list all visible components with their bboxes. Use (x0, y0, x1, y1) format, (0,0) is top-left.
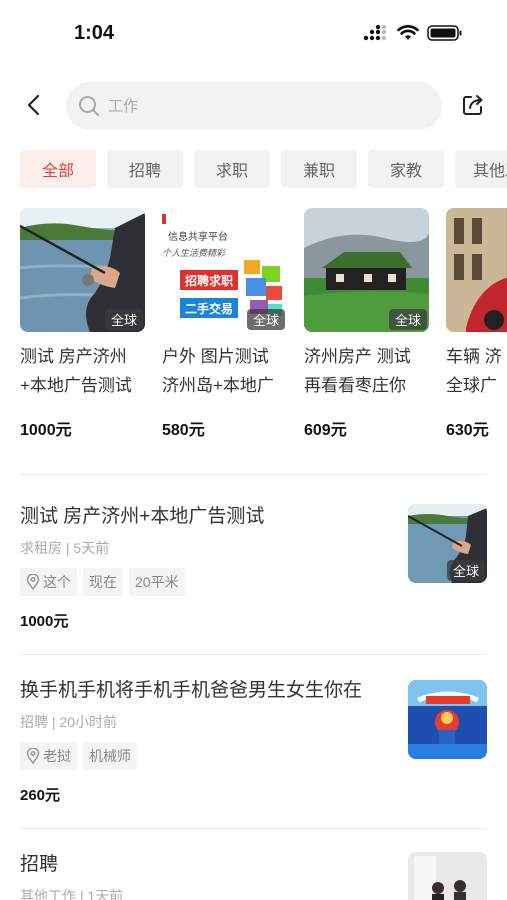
tab-tutoring[interactable]: 家教 (368, 150, 444, 188)
search-icon (79, 96, 99, 116)
card-tag: 全球 (246, 309, 285, 330)
poster-trade-badge: 二手交易 (180, 298, 238, 318)
featured-card[interactable]: 信息共享平台 个人生活费精彩 招聘求职 二手交易 全球 户外 图片测试 济州岛+… (162, 208, 287, 448)
cellular-signal-icon (363, 25, 387, 41)
list-item-thumbnail (408, 680, 487, 759)
battery-icon (427, 25, 462, 41)
divider (20, 654, 487, 655)
featured-cards: 全球 测试 房产济州 +本地广告测试 1000元 信息共享平台 个人生活费精彩 … (20, 208, 507, 448)
card-image-poster: 信息共享平台 个人生活费精彩 招聘求职 二手交易 全球 (162, 208, 287, 332)
card-image-car (446, 208, 507, 332)
back-button[interactable] (18, 90, 48, 120)
card-title: 济州房产 测试 再看看枣庄你 (304, 347, 411, 395)
status-time: 1:04 (74, 22, 115, 44)
card-title: 户外 图片测试 济州岛+本地广 (162, 347, 274, 395)
featured-card[interactable]: 车辆 济 全球广 630元 (446, 208, 507, 448)
share-icon (463, 95, 483, 115)
card-price: 580元 (162, 422, 205, 439)
location-tag: 这个 (20, 568, 77, 596)
list-item-price: 1000元 (20, 613, 69, 630)
tab-recruit[interactable]: 招聘 (107, 150, 183, 188)
featured-card[interactable]: 全球 测试 房产济州 +本地广告测试 1000元 (20, 208, 145, 448)
location-pin-icon (26, 748, 40, 764)
attribute-tag: 机械师 (83, 742, 137, 770)
card-title: 测试 房产济州 +本地广告测试 (20, 347, 132, 395)
card-price: 1000元 (20, 422, 72, 439)
thumbnail-tag: 全球 (446, 560, 485, 581)
search-box[interactable] (66, 82, 442, 130)
tab-part-time[interactable]: 兼职 (281, 150, 357, 188)
card-tag: 全球 (104, 309, 143, 330)
category-tabs: 全部 招聘 求职 兼职 家教 其他工 (20, 150, 507, 188)
chevron-left-icon (27, 94, 40, 116)
search-input[interactable] (108, 97, 408, 115)
divider (20, 828, 487, 829)
card-title: 车辆 济 全球广 (446, 347, 502, 395)
card-image-house: 全球 (304, 208, 429, 332)
nav-bar (0, 82, 507, 130)
location-tag: 老挝 (20, 742, 77, 770)
list-item-price: 260元 (20, 787, 61, 804)
card-price: 609元 (304, 422, 347, 439)
card-tag: 全球 (388, 309, 427, 330)
list-item-thumbnail (408, 852, 487, 900)
list-item-title: 测试 房产济州+本地广告测试 (20, 506, 265, 527)
status-bar: 1:04 (0, 0, 507, 70)
tab-job-seek[interactable]: 求职 (194, 150, 270, 188)
list-item-title: 招聘 (20, 854, 59, 875)
attribute-tag: 现在 (83, 568, 123, 596)
attribute-tag: 20平米 (129, 568, 185, 596)
location-pin-icon (26, 574, 40, 590)
list-item[interactable]: 测试 房产济州+本地广告测试 求租房 | 5天前 这个 现在 20平米 1000… (20, 504, 487, 631)
list-item-thumbnail: 全球 (408, 504, 487, 583)
poster-recruit-badge: 招聘求职 (180, 270, 238, 290)
share-button[interactable] (458, 90, 488, 120)
featured-card[interactable]: 全球 济州房产 测试 再看看枣庄你 609元 (304, 208, 429, 448)
tab-other[interactable]: 其他工 (455, 150, 507, 188)
card-price: 630元 (446, 422, 489, 439)
list-item[interactable]: 换手机手机将手机手机爸爸男生女生你在 招聘 | 20小时前 老挝 机械师 260… (20, 678, 487, 805)
list-item[interactable]: 招聘 其他工作 | 1天前 (20, 852, 487, 900)
list-item-title: 换手机手机将手机手机爸爸男生女生你在 (20, 680, 363, 701)
status-icons (363, 24, 463, 42)
divider (20, 474, 487, 475)
tab-all[interactable]: 全部 (20, 150, 96, 188)
card-image-fishing: 全球 (20, 208, 145, 332)
wifi-icon (397, 25, 419, 40)
